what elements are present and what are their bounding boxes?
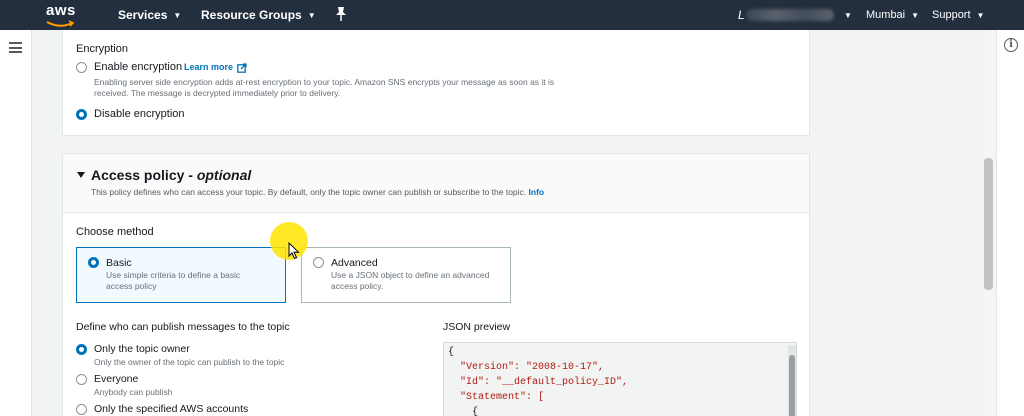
enable-encryption-description-line2: received. The message is decrypted immed… (94, 88, 341, 98)
region-menu[interactable]: Mumbai ▼ (866, 9, 919, 21)
method-tile-basic[interactable]: Basic Use simple criteria to define a ba… (76, 247, 286, 303)
aws-logo[interactable]: aws (44, 2, 78, 28)
support-label: Support (932, 9, 971, 21)
access-policy-panel: Access policy - optional This policy def… (62, 153, 810, 416)
publish-permission-label: Define who can publish messages to the t… (76, 321, 290, 333)
advanced-method-radio[interactable] (313, 257, 324, 268)
basic-method-label: Basic (106, 257, 132, 269)
encryption-heading: Encryption (76, 43, 128, 55)
hamburger-icon[interactable] (9, 42, 22, 53)
access-policy-optional-text: optional (196, 167, 252, 183)
specified-accounts-radio[interactable] (76, 404, 87, 415)
aws-smile-icon (46, 20, 75, 27)
basic-method-desc-line2: access policy (106, 281, 157, 291)
specified-accounts-label[interactable]: Only the specified AWS accounts (94, 403, 248, 415)
advanced-method-description: Use a JSON object to define an advanced … (331, 270, 506, 292)
advanced-method-desc-line1: Use a JSON object to define an advanced (331, 270, 490, 280)
chevron-down-icon: ▼ (911, 10, 920, 20)
top-navigation-bar: aws Services ▼ Resource Groups ▼ L ▼ Mumba… (0, 0, 1024, 30)
chevron-down-icon: ▼ (976, 10, 985, 20)
json-preview-label: JSON preview (443, 321, 511, 333)
everyone-description: Anybody can publish (94, 387, 173, 397)
enable-encryption-description-line1: Enabling server side encryption adds at-… (94, 77, 555, 87)
support-menu[interactable]: Support ▼ (932, 9, 984, 21)
external-link-icon[interactable] (237, 63, 247, 73)
account-chevron[interactable]: ▼ (838, 8, 852, 22)
access-policy-header[interactable]: Access policy - optional This policy def… (63, 154, 809, 213)
basic-method-description: Use simple criteria to define a basic ac… (106, 270, 281, 292)
encryption-panel: Encryption Enable encryption Learn more … (62, 30, 810, 136)
resource-groups-label: Resource Groups (201, 8, 302, 22)
resource-groups-menu[interactable]: Resource Groups ▼ (201, 8, 316, 22)
json-preview-scrollbar[interactable] (788, 345, 796, 416)
left-side-rail (0, 30, 32, 416)
services-menu[interactable]: Services ▼ (118, 8, 181, 22)
access-policy-description-text: This policy defines who can access your … (91, 187, 527, 197)
info-icon[interactable]: i (1004, 38, 1018, 52)
chevron-down-icon: ▼ (307, 11, 316, 21)
account-initial: L (738, 8, 745, 22)
access-policy-title-text: Access policy - (91, 167, 197, 183)
access-policy-description: This policy defines who can access your … (91, 187, 544, 198)
disable-encryption-label[interactable]: Disable encryption (94, 108, 185, 120)
everyone-label[interactable]: Everyone (94, 373, 138, 385)
region-label: Mumbai (866, 9, 906, 21)
chevron-down-icon: ▼ (844, 11, 852, 21)
only-topic-owner-radio[interactable] (76, 344, 87, 355)
enable-encryption-label[interactable]: Enable encryption (94, 61, 182, 73)
chevron-down-icon: ▼ (173, 11, 182, 21)
info-link[interactable]: Info (529, 187, 545, 197)
only-topic-owner-label[interactable]: Only the topic owner (94, 343, 190, 355)
json-preview-scrollbar-thumb[interactable] (789, 355, 795, 416)
json-line: "Version": "2008-10-17", (460, 362, 605, 373)
learn-more-link[interactable]: Learn more (184, 62, 233, 72)
enable-encryption-radio[interactable] (76, 62, 87, 73)
right-side-rail: i (996, 30, 1024, 416)
account-menu[interactable]: L (738, 8, 836, 22)
collapse-triangle-icon[interactable] (77, 172, 85, 178)
disable-encryption-radio[interactable] (76, 109, 87, 120)
pin-icon[interactable] (334, 6, 348, 22)
mouse-cursor-icon (288, 242, 300, 260)
json-line: "Statement": [ (460, 392, 545, 403)
only-topic-owner-description: Only the owner of the topic can publish … (94, 357, 285, 367)
json-line: { (448, 347, 455, 358)
aws-logo-text: aws (46, 2, 76, 19)
json-preview-box[interactable]: { "Version": "2008-10-17", "Id": "__defa… (443, 342, 797, 416)
access-policy-title[interactable]: Access policy - optional (91, 167, 251, 183)
advanced-method-label: Advanced (331, 257, 378, 269)
advanced-method-desc-line2: access policy. (331, 281, 384, 291)
choose-method-label: Choose method (76, 226, 154, 238)
services-label: Services (118, 8, 168, 22)
method-tile-advanced[interactable]: Advanced Use a JSON object to define an … (301, 247, 511, 303)
everyone-radio[interactable] (76, 374, 87, 385)
page-scrollbar-thumb[interactable] (984, 158, 993, 290)
basic-method-desc-line1: Use simple criteria to define a basic (106, 270, 241, 280)
redacted-account-name (746, 9, 834, 21)
json-line: "Id": "__default_policy_ID", (460, 377, 629, 388)
basic-method-radio[interactable] (88, 257, 99, 268)
json-line: { (472, 407, 479, 416)
